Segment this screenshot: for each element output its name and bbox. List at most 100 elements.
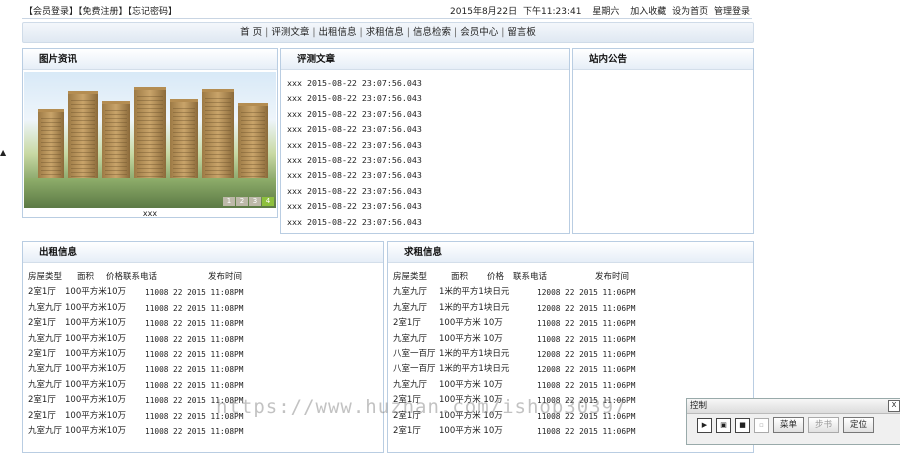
close-icon[interactable]: X [888, 400, 900, 412]
table-cell: 100平方米10万 [65, 425, 127, 436]
list-item[interactable]: xxx 2015-08-22 23:07:56.043 [287, 122, 569, 137]
nav-member-center[interactable]: 会员中心 [457, 27, 501, 38]
rent-info-panel: 出租信息 房屋类型 面积 价格联系电话 发布时间 2室1厅 100平方米10万 11… [22, 241, 384, 453]
table-cell: 11008 [145, 288, 169, 298]
table-cell: 22 2015 11:08PM [173, 288, 244, 298]
nav-reviews[interactable]: 评测文章 [268, 27, 312, 38]
list-item[interactable]: xxx 2015-08-22 23:07:56.043 [287, 153, 569, 168]
table-cell: 100平方米10万 [65, 379, 127, 390]
table-cell: 11008 [537, 319, 561, 329]
nav-guestbook[interactable]: 留言板 [504, 27, 539, 38]
locate-button[interactable]: 定位 [843, 417, 875, 433]
table-cell: 11008 [145, 319, 169, 329]
col-type: 房屋类型 [28, 272, 63, 282]
slide-1-button[interactable]: 1 [223, 197, 235, 206]
table-cell: 22 2015 11:06PM [565, 365, 636, 375]
table-cell: 22 2015 11:06PM [565, 303, 636, 313]
stop-icon[interactable]: ■ [735, 417, 750, 433]
table-cell: 22 2015 11:08PM [173, 380, 244, 390]
table-cell: 九室九厅 [28, 364, 63, 375]
table-cell: 100平方米10万 [65, 348, 127, 359]
wanted-info-title: 求租信息 [388, 242, 753, 263]
table-cell: 22 2015 11:06PM [565, 288, 636, 298]
play-icon[interactable]: ▶ [697, 417, 712, 433]
account-links: 【会员登录】【免费注册】【忘记密码】 [24, 4, 177, 17]
table-cell: 八室一百厅 [393, 364, 436, 375]
table-cell: 100平方米10万 [65, 364, 127, 375]
table-cell: 11008 [145, 349, 169, 359]
table-cell: 12008 [537, 349, 561, 359]
table-cell: 100平方米10万 [65, 302, 127, 313]
table-cell: 11008 [145, 426, 169, 436]
table-cell: 100平方米10万 [65, 395, 127, 406]
table-cell: 22 2015 11:08PM [173, 426, 244, 436]
table-cell: 22 2015 11:08PM [173, 303, 244, 313]
main-nav: 首 页 | 评测文章 | 出租信息 | 求租信息 | 信息检索 | 会员中心 | 留言板 [22, 22, 754, 43]
picture-news-panel: 图片资讯 1 2 3 4 xxx [22, 48, 278, 218]
picture-caption[interactable]: xxx [23, 209, 277, 217]
building-photo[interactable]: 1 2 3 4 [24, 72, 276, 208]
table-cell: 22 2015 11:06PM [565, 426, 636, 436]
list-item[interactable]: xxx 2015-08-22 23:07:56.043 [287, 184, 569, 199]
table-cell: 九室九厅 [393, 302, 428, 313]
top-bar: 【会员登录】【免费注册】【忘记密码】 2015年8月22日 下午11:23:41… [22, 0, 752, 19]
col-price-phone: 价格联系电话 [106, 272, 158, 282]
list-item[interactable]: xxx 2015-08-22 23:07:56.043 [287, 107, 569, 122]
forgot-password-link[interactable]: 【忘记密码】 [128, 7, 178, 17]
col-time: 发布时间 [595, 272, 630, 282]
control-title: 控制 [687, 399, 900, 414]
slide-2-button[interactable]: 2 [236, 197, 248, 206]
table-cell: 11008 [145, 365, 169, 375]
table-cell: 22 2015 11:08PM [173, 334, 244, 344]
table-cell: 22 2015 11:06PM [565, 380, 636, 390]
add-favorite-link[interactable]: 加入收藏 [630, 7, 666, 17]
col-area: 面积 [77, 272, 95, 282]
table-cell: 2室1厅 [28, 395, 56, 406]
table-cell: 2室1厅 [28, 348, 56, 359]
list-item[interactable]: xxx 2015-08-22 23:07:56.043 [287, 199, 569, 214]
picture-news-title: 图片资讯 [23, 49, 277, 70]
table-cell: 22 2015 11:08PM [173, 365, 244, 375]
member-login-link[interactable]: 【会员登录】 [24, 7, 78, 17]
table-cell: 100平方米 10万 [439, 379, 503, 390]
admin-login-link[interactable]: 管理登录 [714, 7, 750, 17]
menu-button[interactable]: 菜单 [773, 417, 805, 433]
col-price: 价格 [487, 272, 505, 282]
nav-home[interactable]: 首 页 [237, 27, 265, 38]
slide-pager: 1 2 3 4 [223, 197, 274, 206]
table-cell: 12008 [537, 303, 561, 313]
table-cell: 九室九厅 [28, 333, 63, 344]
table-cell: 100平方米10万 [65, 410, 127, 421]
slide-3-button[interactable]: 3 [249, 197, 261, 206]
nav-search[interactable]: 信息检索 [410, 27, 454, 38]
table-cell: 11008 [145, 411, 169, 421]
control-window: 控制 X ▶ ▣ ■ ▫ 菜单 步书 定位 [686, 398, 900, 445]
table-cell: 1米的平方1块日元 [439, 287, 510, 298]
table-cell: 22 2015 11:08PM [173, 349, 244, 359]
reviews-list: xxx 2015-08-22 23:07:56.043 xxx 2015-08-… [281, 70, 569, 230]
table-cell: 2室1厅 [28, 287, 56, 298]
tower-shape [134, 87, 166, 182]
table-cell: 九室九厅 [393, 333, 428, 344]
list-item[interactable]: xxx 2015-08-22 23:07:56.043 [287, 215, 569, 230]
list-item[interactable]: xxx 2015-08-22 23:07:56.043 [287, 168, 569, 183]
step-button: 步书 [808, 417, 840, 433]
set-homepage-link[interactable]: 设为首页 [672, 7, 708, 17]
tower-shape [170, 99, 198, 182]
table-cell: 12008 [537, 288, 561, 298]
site-notice-panel: 站内公告 [572, 48, 754, 234]
tower-shape [38, 109, 64, 182]
list-item[interactable]: xxx 2015-08-22 23:07:56.043 [287, 76, 569, 91]
list-item[interactable]: xxx 2015-08-22 23:07:56.043 [287, 138, 569, 153]
table-cell: 1米的平方1块日元 [439, 302, 510, 313]
slide-4-button[interactable]: 4 [262, 197, 274, 206]
table-cell: 100平方米10万 [65, 318, 127, 329]
free-register-link[interactable]: 【免费注册】 [78, 7, 128, 17]
list-item[interactable]: xxx 2015-08-22 23:07:56.043 [287, 91, 569, 106]
nav-rent[interactable]: 出租信息 [316, 27, 360, 38]
table-cell: 100平方米10万 [65, 287, 127, 298]
control-toolbar: ▶ ▣ ■ ▫ 菜单 步书 定位 [697, 417, 875, 433]
nav-wanted[interactable]: 求租信息 [363, 27, 407, 38]
window-icon[interactable]: ▣ [716, 417, 731, 433]
current-time: 下午11:23:41 [523, 7, 582, 17]
